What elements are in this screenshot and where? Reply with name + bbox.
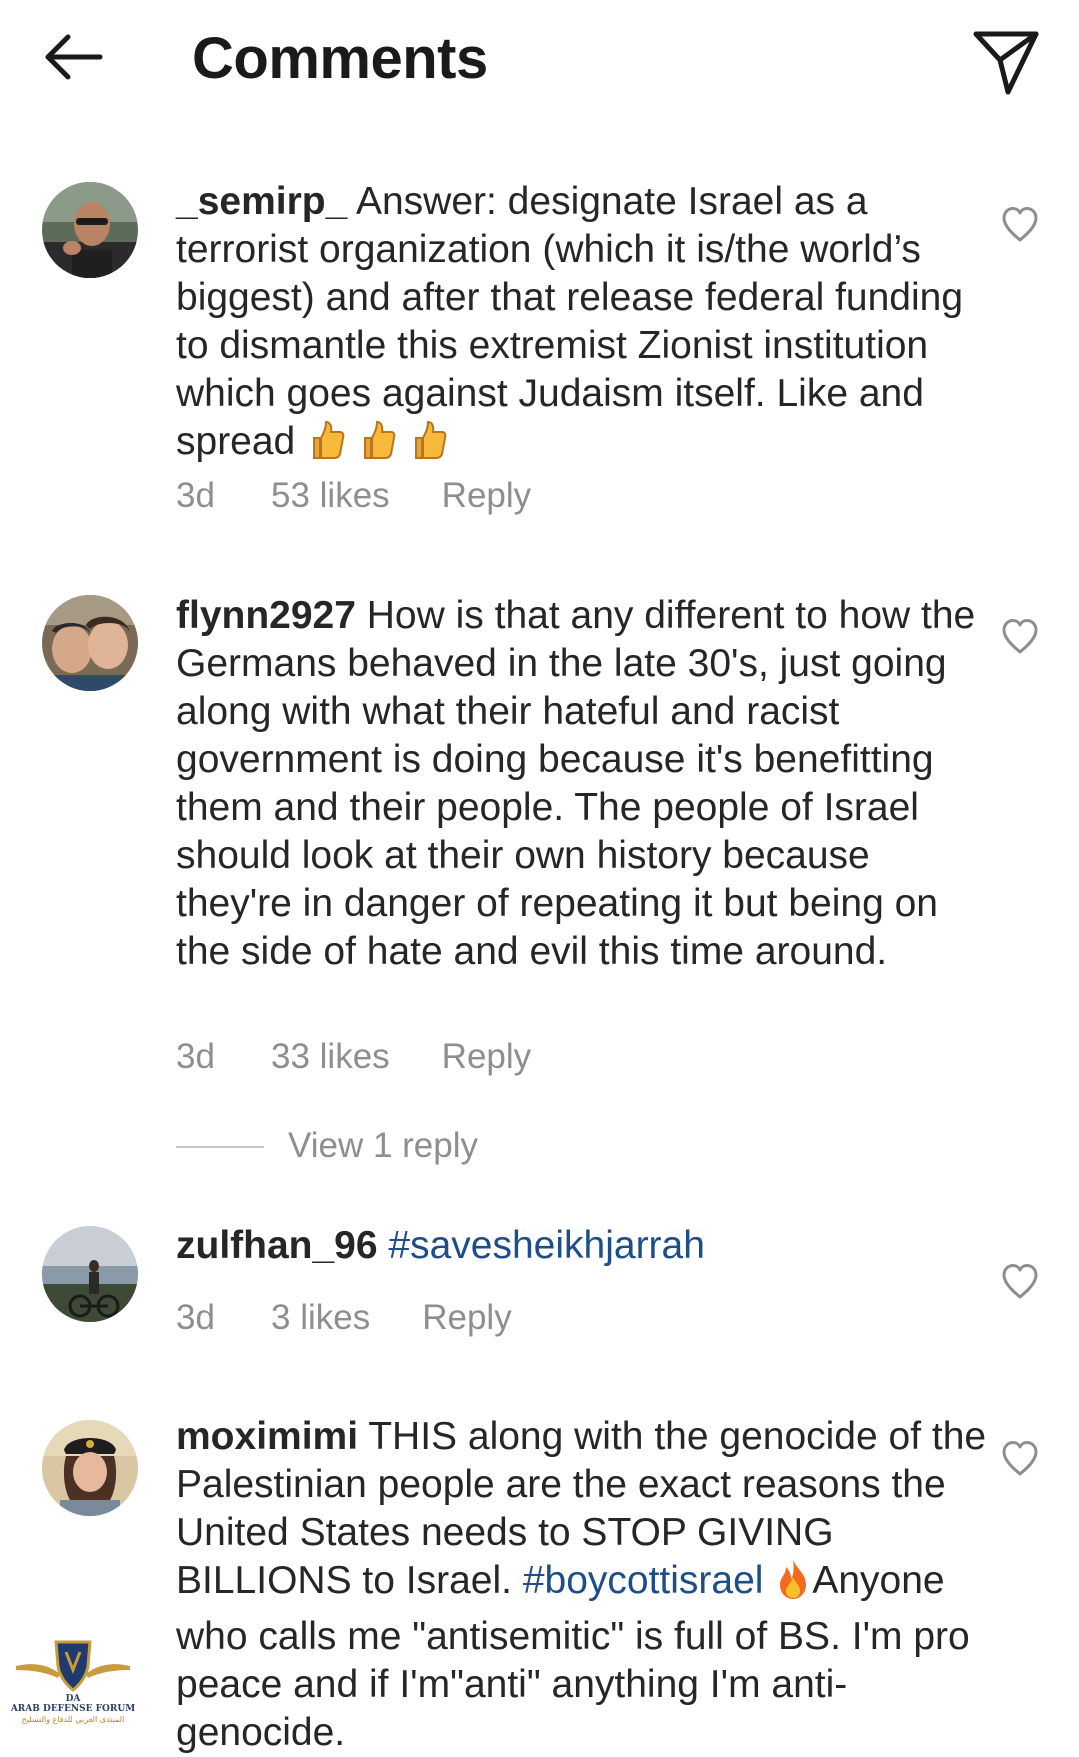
thumbs-up-icon — [357, 418, 397, 474]
page-title: Comments — [192, 26, 488, 91]
watermark-logo: DA ARAB DEFENSE FORUM المنتدى العربي للد… — [8, 1636, 138, 1728]
reply-thread-line — [176, 1146, 264, 1148]
watermark-abbr: DA — [65, 1694, 81, 1704]
comment-body: flynn2927 How is that any different to h… — [176, 592, 996, 976]
avatar[interactable] — [42, 1226, 138, 1322]
comment-username[interactable]: zulfhan_96 — [176, 1224, 378, 1267]
watermark-name: ARAB DEFENSE FORUM — [10, 1704, 136, 1714]
comment-time: 3d — [176, 1037, 215, 1076]
avatar[interactable] — [42, 595, 138, 691]
heart-icon — [1002, 1264, 1038, 1299]
comment-meta: 3d 33 likes Reply — [176, 1035, 531, 1079]
fire-icon — [774, 1557, 812, 1613]
comment-username[interactable]: moximimi — [176, 1415, 358, 1458]
comment-meta: 3d 53 likes Reply — [176, 474, 531, 518]
comment-body: moximimi THIS along with the genocide of… — [176, 1413, 996, 1757]
watermark-arabic: المنتدى العربي للدفاع والتسليح — [21, 1715, 125, 1724]
comment-likes[interactable]: 3 likes — [271, 1296, 370, 1340]
arrow-left-icon — [45, 34, 103, 80]
comment-username[interactable]: flynn2927 — [176, 594, 356, 637]
like-button[interactable] — [1000, 1262, 1040, 1300]
reply-button[interactable]: Reply — [422, 1296, 511, 1340]
comment-likes[interactable]: 33 likes — [271, 1035, 390, 1079]
reply-button[interactable]: Reply — [442, 1035, 531, 1079]
comment-body: _semirp_ Answer: designate Israel as a t… — [176, 178, 996, 474]
thumbs-up-icon — [306, 418, 346, 474]
like-button[interactable] — [1000, 617, 1040, 655]
heart-icon — [1002, 1441, 1038, 1476]
comment-time: 3d — [176, 476, 215, 515]
comment-meta: 3d 3 likes Reply — [176, 1296, 512, 1340]
comment-body: zulfhan_96 #savesheikhjarrah — [176, 1222, 996, 1270]
avatar[interactable] — [42, 182, 138, 278]
thumbs-up-icon — [408, 418, 448, 474]
hashtag-link[interactable]: #savesheikhjarrah — [388, 1224, 705, 1267]
like-button[interactable] — [1000, 1439, 1040, 1477]
comment-likes[interactable]: 53 likes — [271, 474, 390, 518]
heart-icon — [1002, 207, 1038, 242]
heart-icon — [1002, 619, 1038, 654]
comment-time: 3d — [176, 1298, 215, 1337]
back-button[interactable] — [40, 26, 110, 96]
hashtag-link[interactable]: #boycottisrael — [523, 1559, 764, 1602]
reply-button[interactable]: Reply — [442, 474, 531, 518]
paper-plane-icon — [973, 31, 1039, 95]
view-replies-label: View 1 reply — [288, 1126, 479, 1165]
like-button[interactable] — [1000, 205, 1040, 243]
share-button[interactable] — [968, 24, 1044, 100]
avatar[interactable] — [42, 1420, 138, 1516]
comment-username[interactable]: _semirp_ — [176, 180, 347, 223]
top-bar: Comments — [0, 0, 1079, 120]
shield-wings-icon — [16, 1640, 130, 1692]
comment-text: How is that any different to how the Ger… — [176, 594, 976, 973]
